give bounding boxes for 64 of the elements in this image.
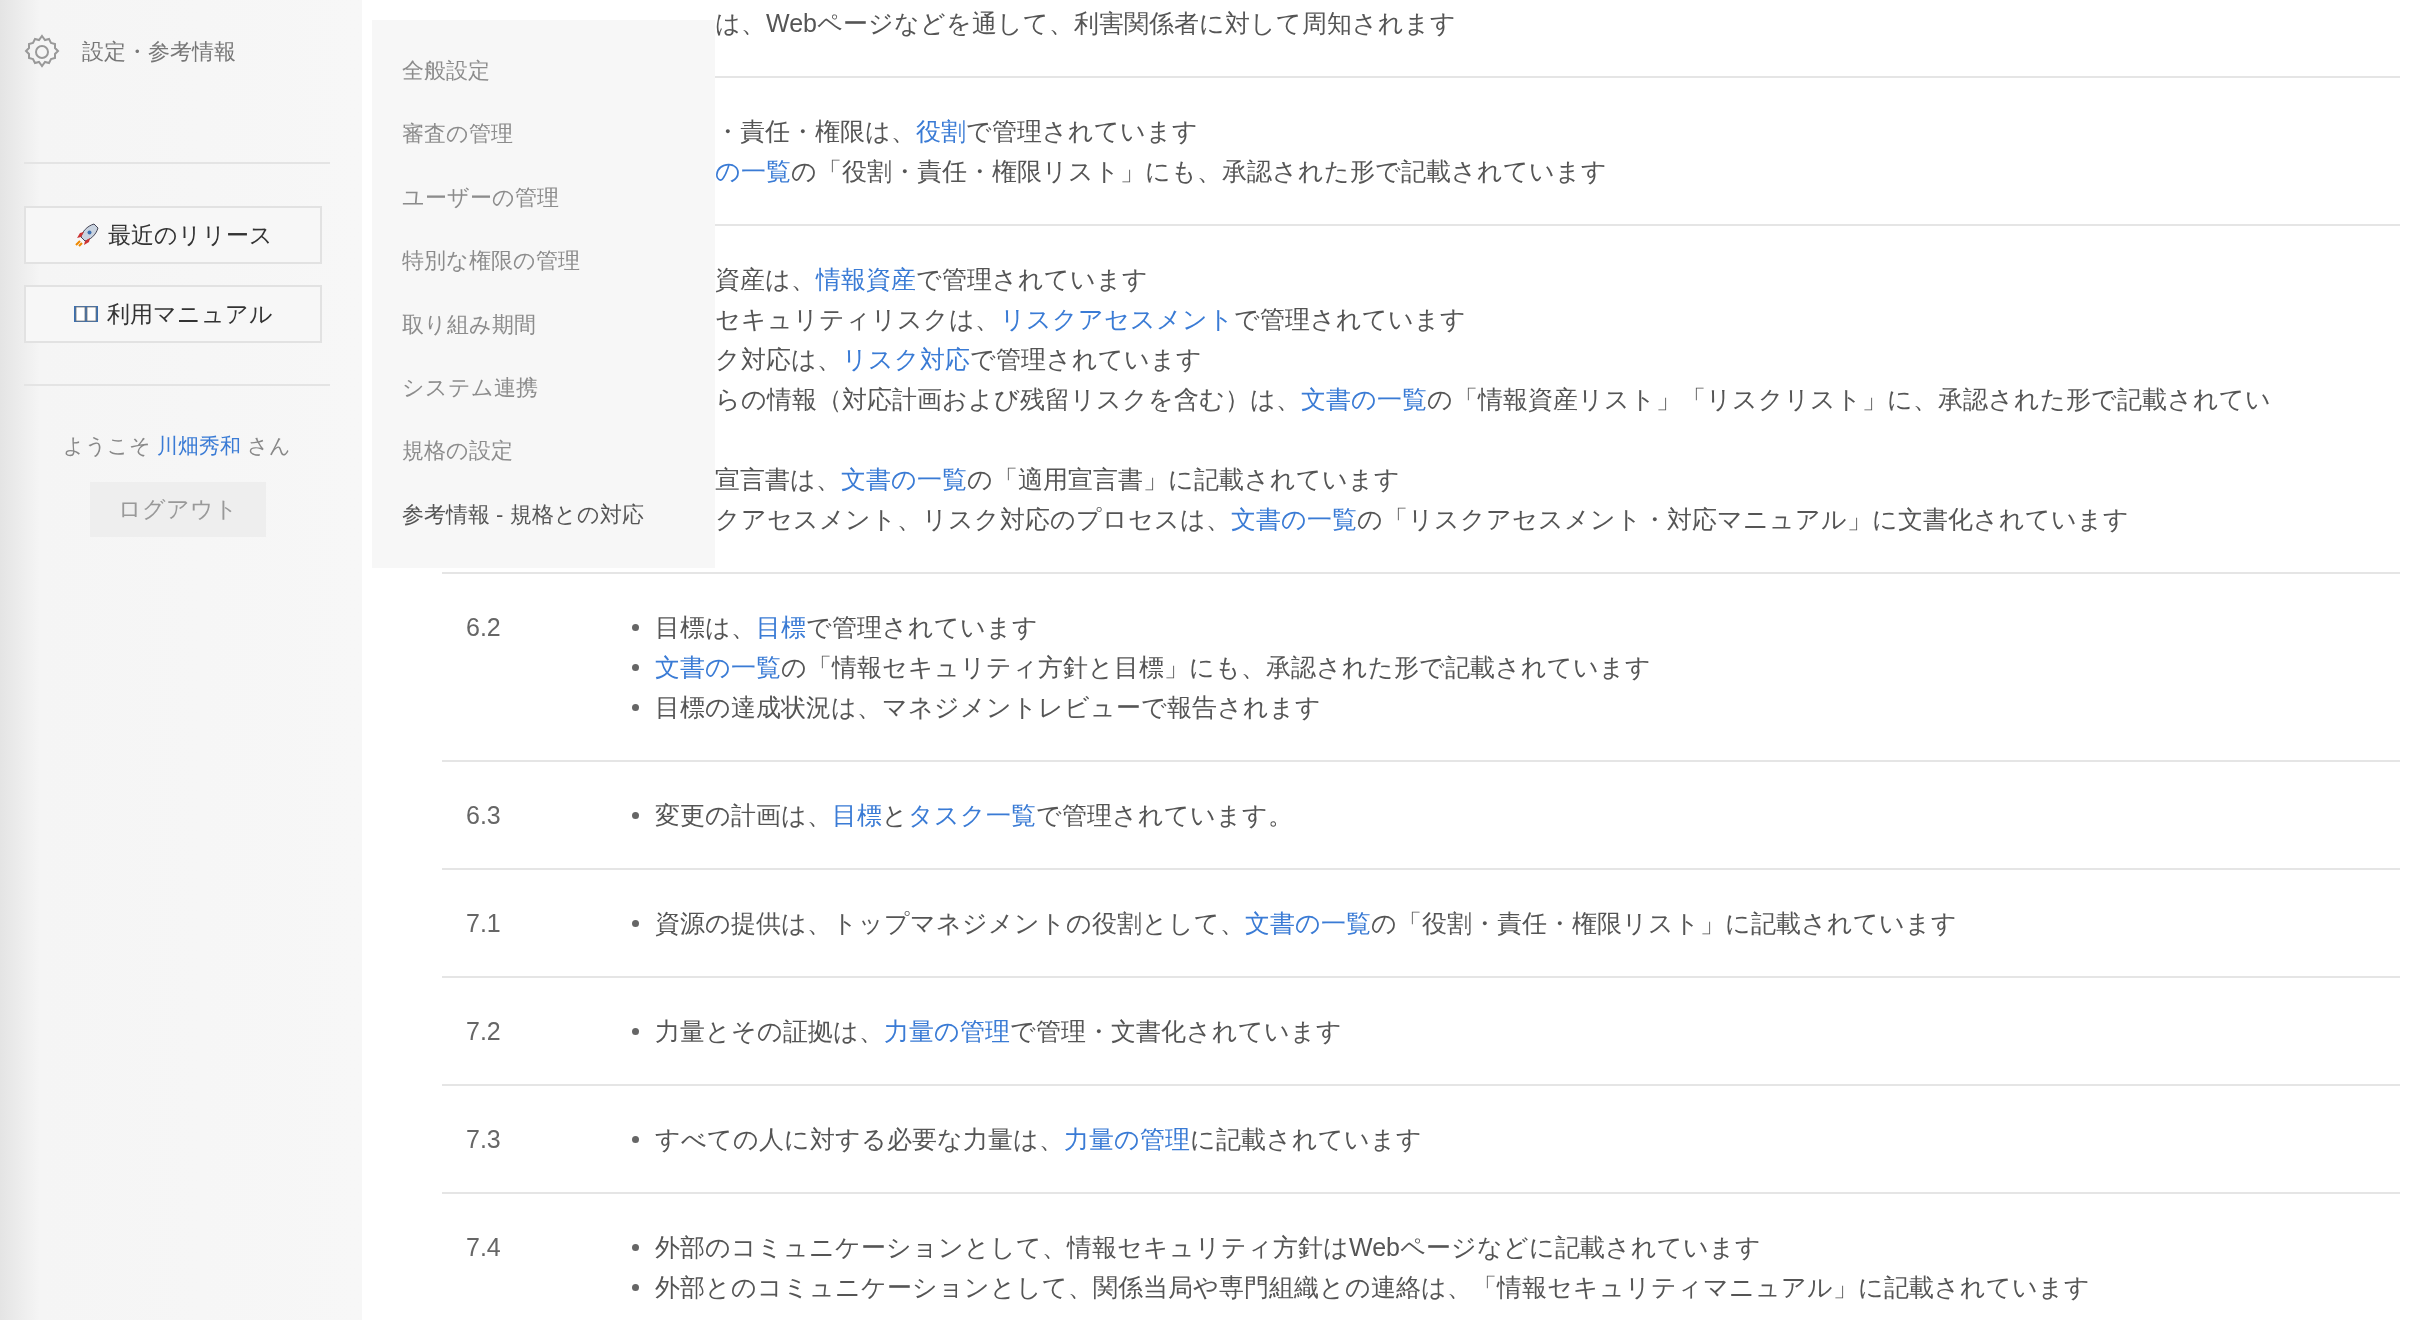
description-text: クアセスメント、リスク対応のプロセスは、文書の一覧の「リスクアセスメント・対応マニュアル」に文書化されています: [715, 504, 2129, 535]
link[interactable]: タスク一覧: [908, 801, 1036, 829]
clause-number: 6.2: [466, 612, 502, 643]
clause-number: 7.1: [466, 908, 502, 939]
link[interactable]: 力量の管理: [1064, 1125, 1190, 1153]
link[interactable]: 文書の一覧: [1301, 385, 1427, 413]
link[interactable]: 目標: [756, 613, 806, 641]
menu-item[interactable]: 取り組み期間: [402, 305, 536, 369]
bullet-icon: [632, 919, 639, 927]
description-text: 文書の一覧の「情報セキュリティ方針と目標」にも、承認された形で記載されています: [655, 652, 1651, 683]
settings-icon: [24, 34, 60, 70]
description-text: 外部とのコミュニケーションとして、関係当局や専門組織との連絡は、「情報セキュリティマニュアル」に記載されています: [655, 1272, 2090, 1303]
description-text: セキュリティリスクは、リスクアセスメント で管理されています: [715, 304, 1466, 335]
description-text: 外部のコミュニケーションとして、情報セキュリティ方針はWebページなどに記載されています: [655, 1232, 1761, 1263]
menu-item[interactable]: 特別な権限の管理: [402, 242, 580, 306]
link[interactable]: リスク対応: [842, 345, 970, 373]
clause-number: 7.3: [466, 1124, 502, 1155]
link[interactable]: 文書の一覧: [655, 653, 781, 681]
description-text: 変更の計画は、目標と タスク一覧で管理されています。: [655, 800, 1293, 831]
menu-item[interactable]: 全般設定: [402, 52, 490, 116]
clause-number: 7.4: [466, 1232, 502, 1263]
description-text: ・責任・権限は、役割で管理されています: [715, 116, 1198, 147]
bullet-icon: [632, 703, 639, 711]
bullet-icon: [632, 1135, 639, 1143]
bullet-icon: [632, 623, 639, 631]
link[interactable]: 文書の一覧: [841, 465, 967, 493]
description-text: 力量とその証拠は、力量の管理で管理・文書化されています: [655, 1016, 1342, 1047]
logout-button[interactable]: ログアウト: [90, 482, 266, 537]
description-text: ク対応は、リスク対応で管理されています: [715, 344, 1202, 375]
link[interactable]: 役割: [916, 117, 966, 145]
bullet-icon: [632, 1243, 639, 1251]
description-text: 目標は、目標で管理されています: [655, 612, 1038, 643]
bullet-icon: [632, 811, 639, 819]
description-text: 宣言書は、文書の一覧の「適用宣言書」に記載されています: [715, 464, 1400, 495]
description-text: の一覧の「役割・責任・権限リスト」にも、承認された形で記載されています: [715, 156, 1607, 187]
description-text: らの情報（対応計画および残留リスクを含む）は、文書の一覧の「情報資産リスト」「リスクリスト」に、承認された形で記載されてい: [715, 384, 2271, 415]
releases-button[interactable]: 最近のリリース: [24, 206, 322, 264]
user-link[interactable]: 川畑秀和: [157, 434, 241, 457]
link[interactable]: 情報資産: [816, 265, 916, 293]
link[interactable]: の一覧: [715, 157, 791, 185]
description-text: すべての人に対する必要な力量は、力量の管理に記載されています: [655, 1124, 1422, 1155]
menu-item[interactable]: ユーザーの管理: [402, 178, 559, 243]
clause-number: 7.2: [466, 1016, 502, 1047]
bullet-icon: [632, 1283, 639, 1291]
welcome-text: ようこそ 川畑秀和 さん: [62, 433, 292, 459]
description-text: 資源の提供は、トップマネジメントの役割として、文書の一覧の「役割・責任・権限リスト」に記載されています: [655, 908, 1957, 939]
description-text: は、Webページなどを通して、利害関係者に対して周知されます: [715, 8, 1456, 39]
link[interactable]: 目標: [832, 801, 882, 829]
link[interactable]: リスクアセスメント: [1000, 305, 1234, 333]
bullet-icon: [632, 663, 639, 671]
rocket-icon: [73, 222, 100, 248]
clause-number: 6.3: [466, 800, 502, 831]
link[interactable]: 文書の一覧: [1245, 909, 1371, 937]
description-text: 資産は、情報資産で管理されています: [715, 264, 1148, 295]
menu-item[interactable]: 参考情報 - 規格との対応: [402, 495, 644, 560]
manual-button[interactable]: 利用マニュアル: [24, 285, 322, 343]
description-text: 目標の達成状況は、マネジメントレビューで報告されます: [655, 692, 1321, 723]
link[interactable]: 文書の一覧: [1231, 505, 1357, 533]
menu-item[interactable]: システム連携: [402, 368, 538, 433]
link[interactable]: 力量の管理: [884, 1017, 1010, 1045]
menu-item[interactable]: 規格の設定: [402, 432, 513, 496]
bullet-icon: [632, 1027, 639, 1035]
menu-item[interactable]: 審査の管理: [402, 115, 513, 179]
sidebar-title: 設定・参考情報: [82, 38, 236, 66]
